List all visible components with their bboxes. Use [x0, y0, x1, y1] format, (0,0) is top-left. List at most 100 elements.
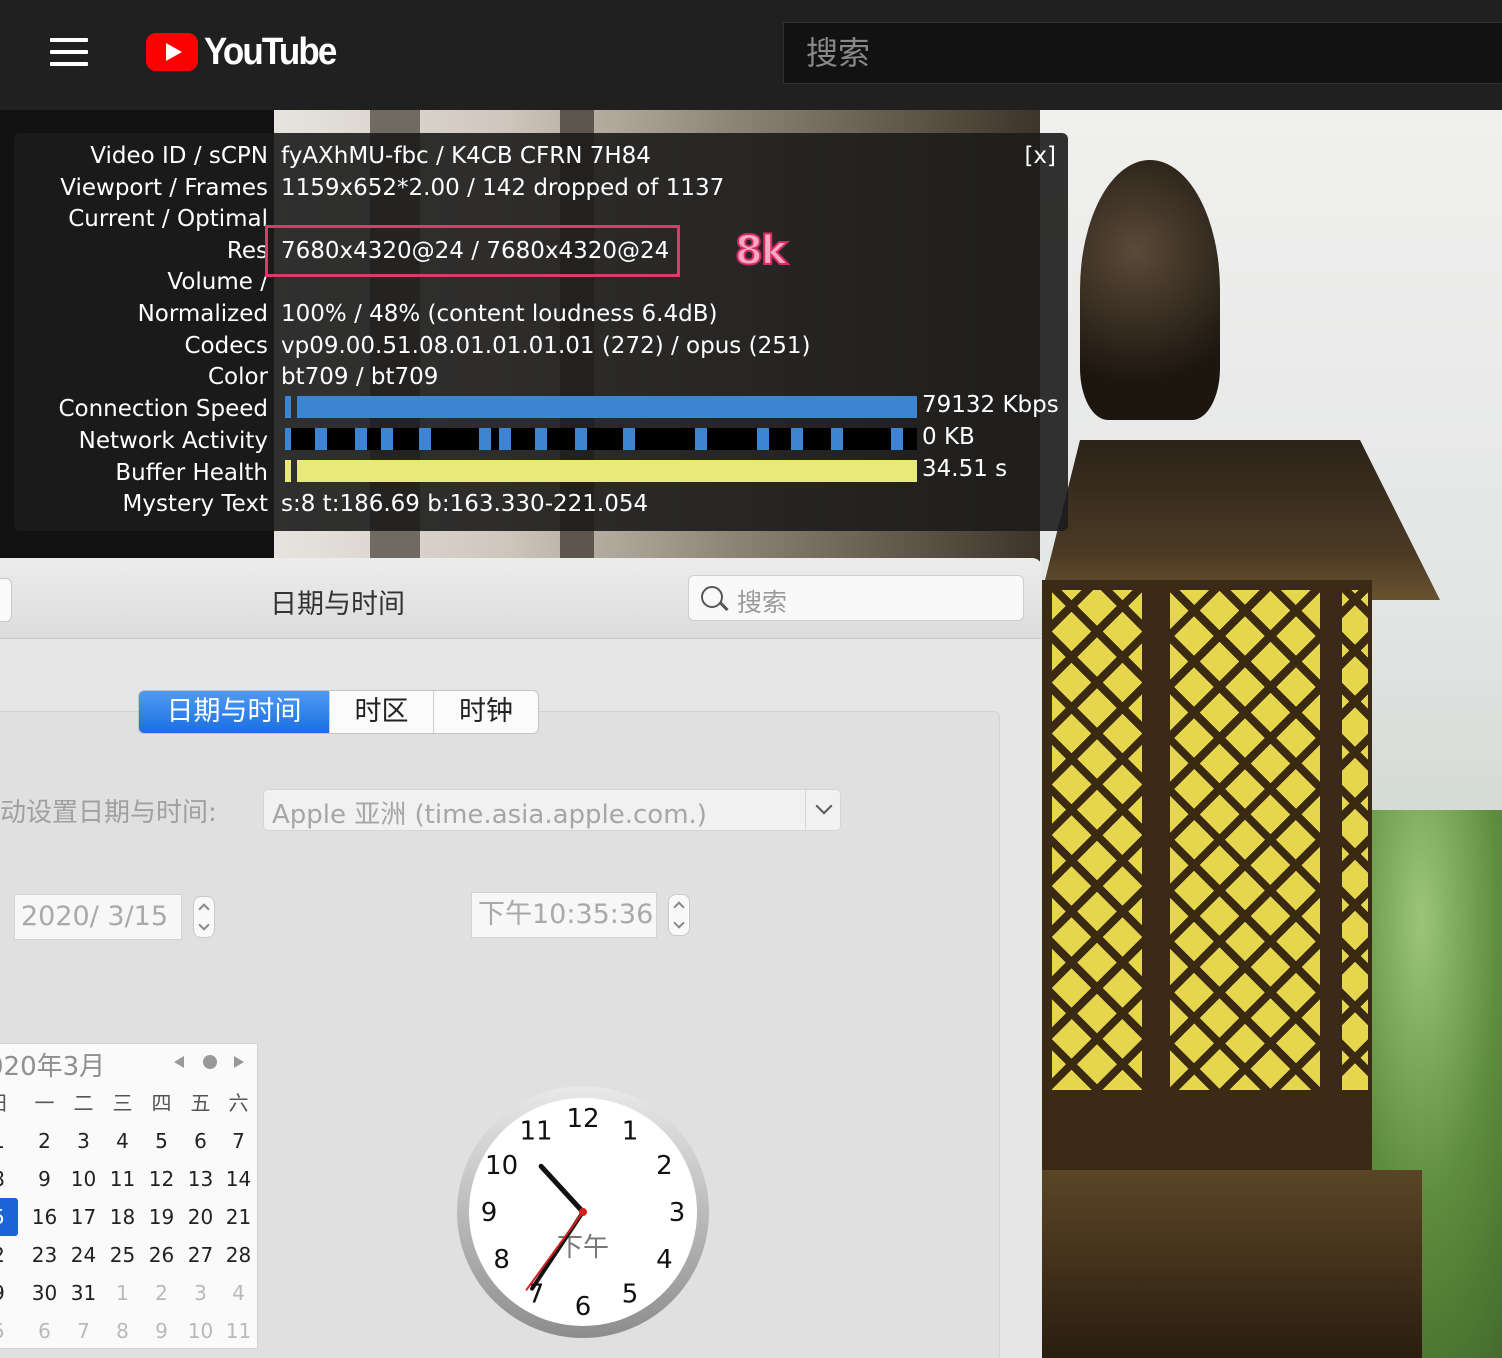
calendar-day[interactable]: 11 — [219, 1312, 258, 1350]
calendar-day[interactable]: 2 — [25, 1122, 64, 1160]
calendar-day[interactable]: 11 — [103, 1160, 142, 1198]
previous-month-icon[interactable] — [174, 1056, 184, 1068]
calendar-day[interactable]: 6 — [25, 1312, 64, 1350]
clock-number: 5 — [622, 1279, 639, 1309]
calendar-day[interactable]: 31 — [64, 1274, 103, 1312]
time-server-select[interactable]: Apple 亚洲 (time.asia.apple.com.) — [263, 789, 841, 831]
video-lantern-panel — [1342, 590, 1368, 1090]
date-stepper[interactable] — [193, 896, 215, 938]
calendar-day[interactable]: 1 — [103, 1274, 142, 1312]
network-activity-bar — [285, 428, 917, 450]
search-placeholder: 搜索 — [737, 588, 788, 617]
resolution-highlight-box — [265, 225, 680, 277]
clock-number: 4 — [656, 1245, 673, 1275]
calendar-day[interactable]: 10 — [181, 1312, 220, 1350]
calendar-day[interactable]: 9 — [25, 1160, 64, 1198]
buffer-health-value: 34.51 s — [922, 456, 1008, 482]
stat-row-video-id: Video ID / sCPN fyAXhMU-fbc / K4CB CFRN … — [14, 143, 1068, 175]
calendar-day[interactable]: 23 — [25, 1236, 64, 1274]
network-activity-block — [831, 428, 843, 450]
calendar-day[interactable]: 2 — [142, 1274, 181, 1312]
calendar-day[interactable]: 30 — [25, 1274, 64, 1312]
connection-speed-fill — [297, 396, 917, 418]
calendar-weekday: 四 — [151, 1091, 172, 1115]
clock-number: 9 — [481, 1198, 498, 1228]
video-lantern-panel — [1170, 590, 1320, 1090]
stat-label: Viewport / Frames — [60, 175, 268, 201]
calendar-day[interactable]: 16 — [25, 1198, 64, 1236]
network-activity-block — [695, 428, 707, 450]
analog-clock: 12 1234567891011 下午 — [457, 1086, 709, 1338]
calendar-day[interactable]: 25 — [103, 1236, 142, 1274]
stat-row-normalized: Normalized 100% / 48% (content loudness … — [14, 301, 1068, 333]
calendar-day[interactable]: 5 — [0, 1198, 18, 1236]
stat-label: Normalized — [137, 301, 268, 327]
calendar-day[interactable]: 3 — [181, 1274, 220, 1312]
calendar-day[interactable]: 6 — [181, 1122, 220, 1160]
date-field[interactable]: 2020/ 3/15 — [14, 894, 182, 940]
tab-date-time[interactable]: 日期与时间 — [139, 691, 330, 733]
calendar-day[interactable]: 17 — [64, 1198, 103, 1236]
calendar-day[interactable]: 2 — [0, 1236, 18, 1274]
connection-speed-tick — [285, 396, 291, 418]
calendar-day[interactable]: 26 — [142, 1236, 181, 1274]
calendar-day[interactable]: 5 — [0, 1312, 18, 1350]
clock-number: 8 — [493, 1245, 510, 1275]
calendar-weekday: 三 — [112, 1091, 133, 1115]
calendar-day[interactable]: 8 — [103, 1312, 142, 1350]
calendar-day[interactable]: 4 — [219, 1274, 258, 1312]
calendar-day[interactable]: 9 — [142, 1312, 181, 1350]
back-button[interactable] — [0, 578, 12, 622]
calendar-day[interactable]: 3 — [64, 1122, 103, 1160]
calendar-day[interactable]: 9 — [0, 1274, 18, 1312]
stat-label: Buffer Health — [115, 460, 268, 486]
time-stepper[interactable] — [668, 894, 690, 936]
youtube-logo-text: YouTube — [204, 30, 337, 73]
network-activity-block — [791, 428, 803, 450]
calendar-day[interactable]: 28 — [219, 1236, 258, 1274]
calendar-day[interactable]: 20 — [181, 1198, 220, 1236]
stat-label: Volume / — [167, 269, 268, 295]
stat-value: bt709 / bt709 — [281, 364, 439, 390]
clock-number: 10 — [485, 1151, 518, 1181]
calendar-day[interactable]: 7 — [64, 1312, 103, 1350]
youtube-logo[interactable]: YouTube — [146, 30, 347, 74]
calendar-weekday: 日 — [0, 1084, 18, 1122]
calendar-day[interactable]: 1 — [0, 1122, 18, 1160]
calendar-day[interactable]: 7 — [219, 1122, 258, 1160]
today-icon[interactable] — [203, 1055, 217, 1069]
calendar-day[interactable]: 21 — [219, 1198, 258, 1236]
network-activity-block — [757, 428, 769, 450]
preferences-search-input[interactable]: 搜索 — [688, 575, 1024, 621]
clock-number: 11 — [519, 1117, 552, 1147]
stat-row-mystery-text: Mystery Text s:8 t:186.69 b:163.330-221.… — [14, 491, 1068, 523]
resolution-annotation: 8k — [734, 227, 788, 275]
calendar-weekday: 一 — [34, 1091, 55, 1115]
next-month-icon[interactable] — [234, 1056, 244, 1068]
network-activity-value: 0 KB — [922, 424, 975, 450]
calendar-day[interactable]: 19 — [142, 1198, 181, 1236]
calendar-day[interactable]: 4 — [103, 1122, 142, 1160]
calendar-day[interactable]: 12 — [142, 1160, 181, 1198]
calendar-day[interactable]: 13 — [181, 1160, 220, 1198]
calendar-day[interactable]: 18 — [103, 1198, 142, 1236]
calendar-weekday: 六 — [228, 1091, 249, 1115]
calendar-day[interactable]: 24 — [64, 1236, 103, 1274]
network-activity-block — [575, 428, 587, 450]
stat-label: Color — [207, 364, 268, 390]
tab-time-zone[interactable]: 时区 — [330, 691, 434, 733]
stat-label: Codecs — [184, 333, 268, 359]
network-activity-block — [285, 428, 291, 450]
tab-clock[interactable]: 时钟 — [434, 691, 538, 733]
calendar-day[interactable]: 27 — [181, 1236, 220, 1274]
calendar-day[interactable]: 10 — [64, 1160, 103, 1198]
menu-icon[interactable] — [50, 38, 88, 66]
calendar-day[interactable]: 5 — [142, 1122, 181, 1160]
network-activity-block — [381, 428, 393, 450]
calendar-day[interactable]: 8 — [0, 1160, 18, 1198]
stat-row-connection-speed: Connection Speed 79132 Kbps — [14, 392, 1068, 428]
time-field[interactable]: 下午10:35:36 — [471, 892, 657, 938]
stat-label: Video ID / sCPN — [90, 143, 268, 169]
search-input[interactable]: 搜索 — [783, 22, 1502, 84]
calendar-day[interactable]: 14 — [219, 1160, 258, 1198]
